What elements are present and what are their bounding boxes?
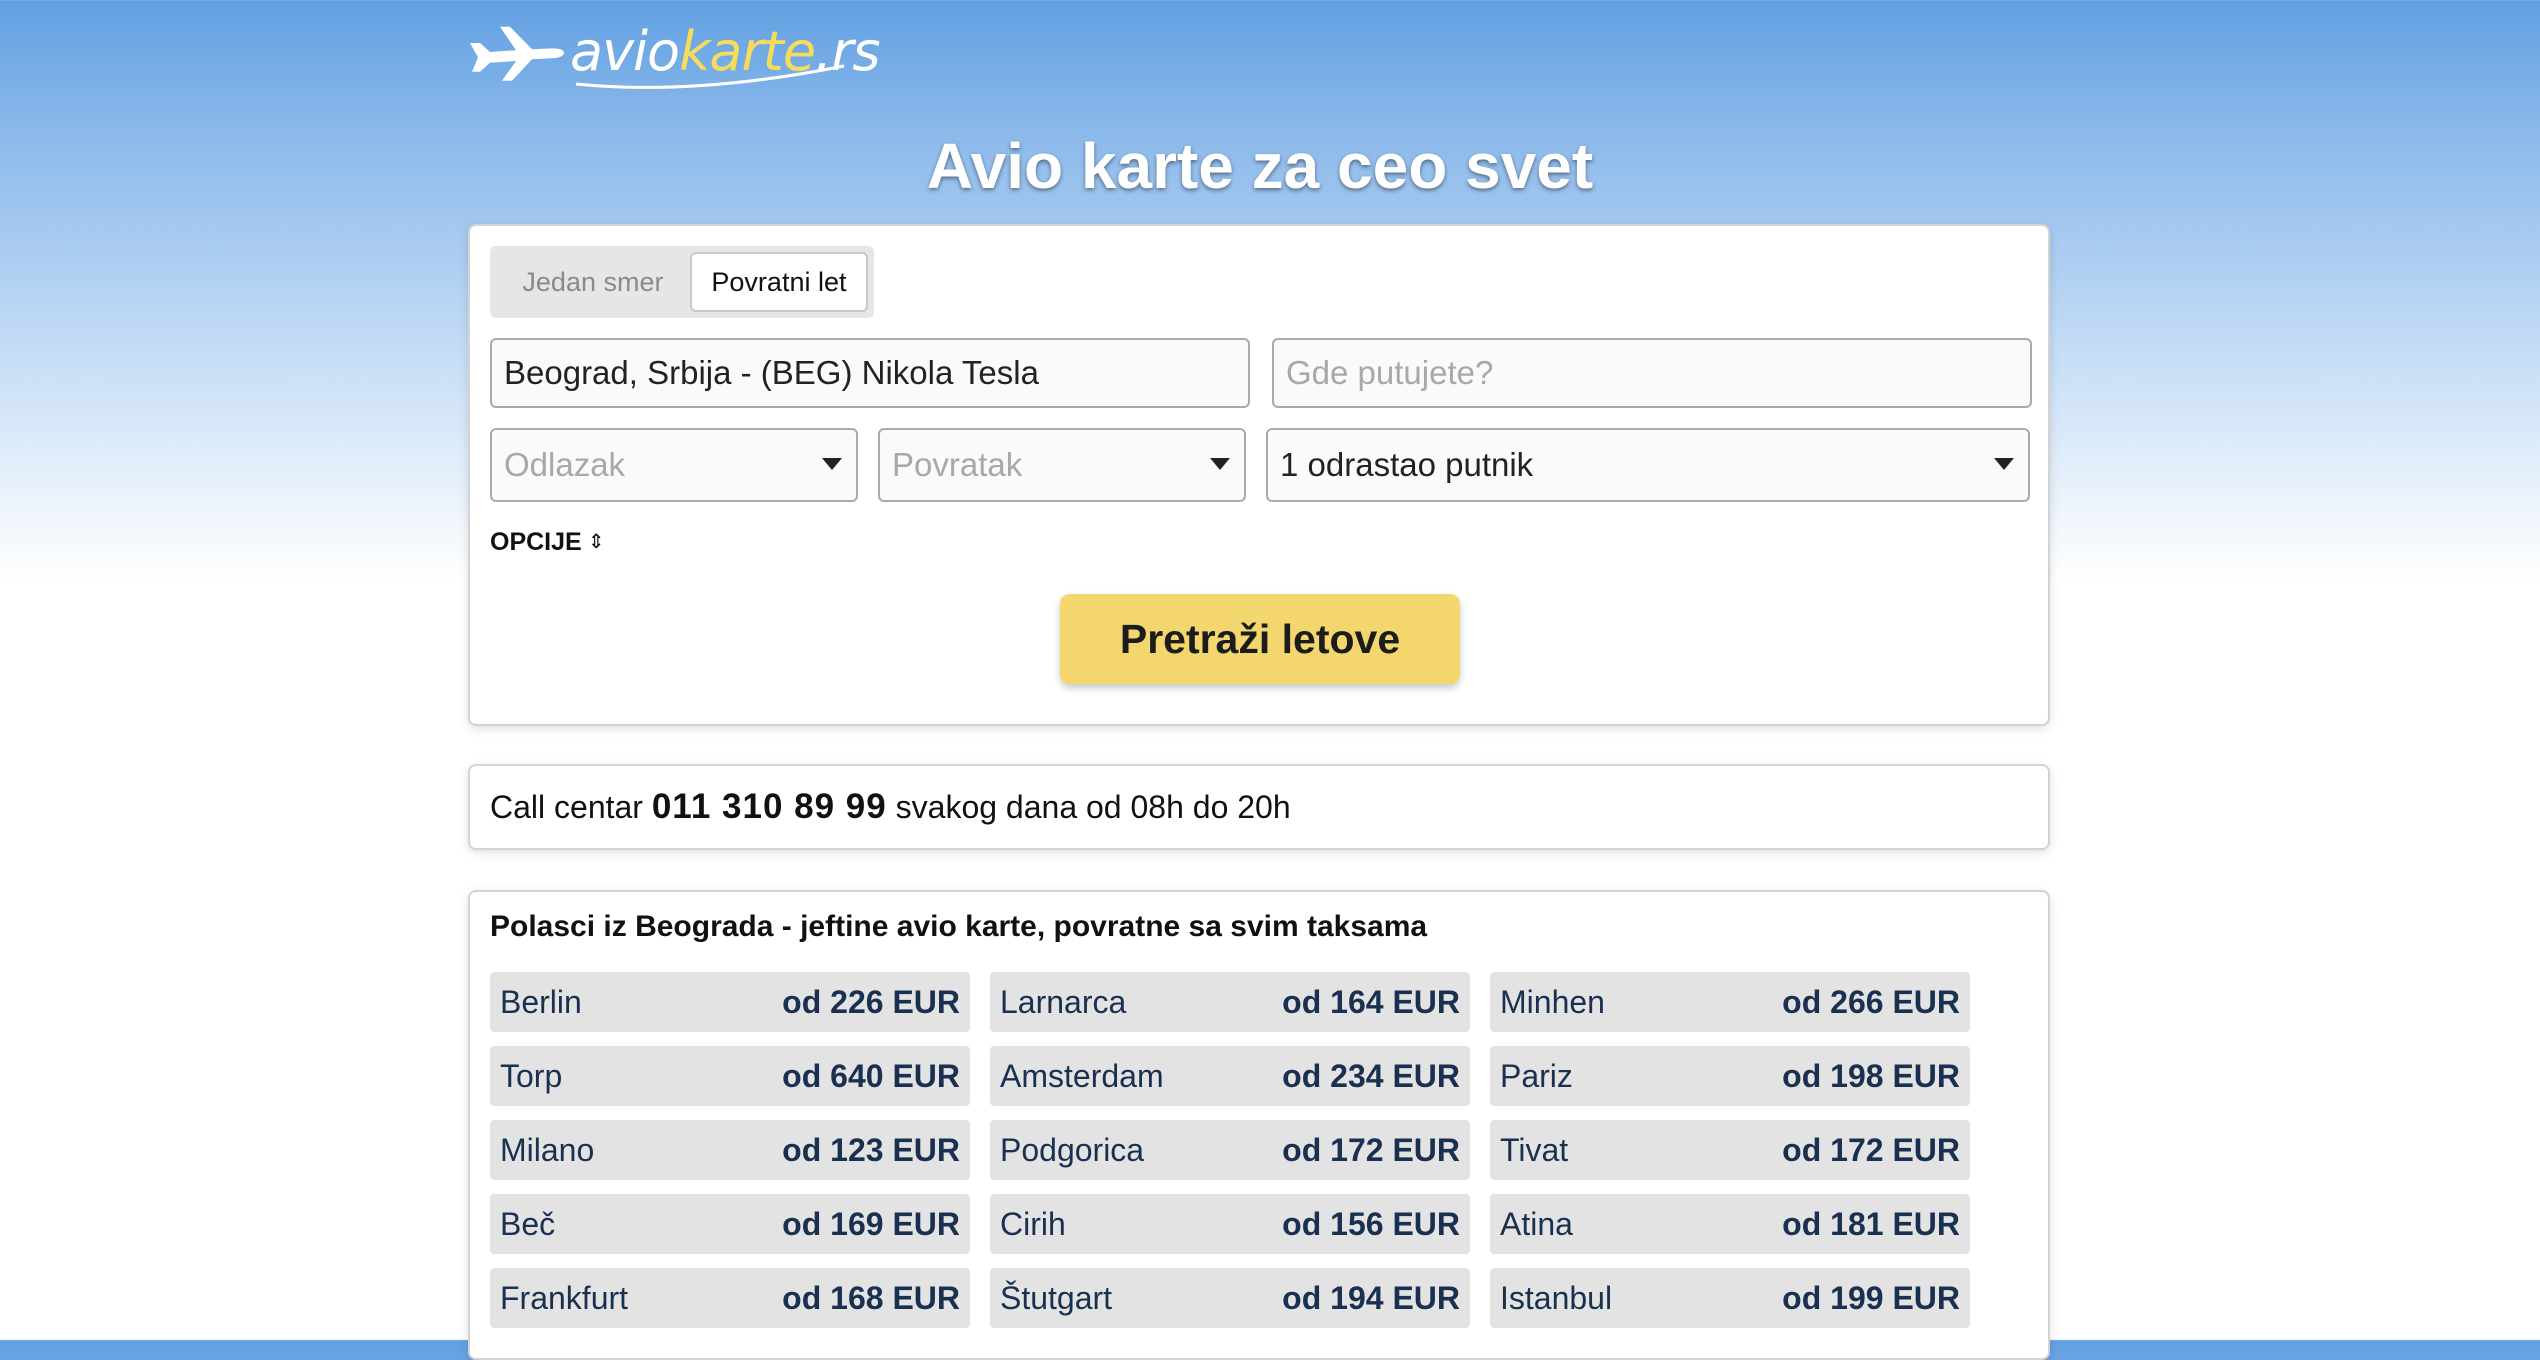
route-item[interactable]: Cirih od 156 EUR (990, 1194, 1470, 1254)
route-city: Minhen (1500, 983, 1605, 1020)
route-city: Beč (500, 1205, 556, 1242)
caret-down-icon (822, 458, 842, 470)
departure-date-select[interactable]: Odlazak (490, 428, 858, 502)
options-toggle[interactable]: OPCIJE ⇕ (490, 522, 604, 562)
route-price: od 199 EUR (1782, 1279, 1960, 1316)
passengers-value: 1 odrastao putnik (1280, 446, 1534, 483)
route-city: Tivat (1500, 1131, 1569, 1168)
route-price: od 640 EUR (782, 1057, 960, 1094)
route-price: od 168 EUR (782, 1279, 960, 1316)
route-city: Cirih (1000, 1205, 1066, 1242)
trip-type-round-trip[interactable]: Povratni let (689, 252, 868, 312)
call-center-phone[interactable]: 011 310 89 99 (652, 787, 887, 826)
caret-down-icon (1210, 458, 1230, 470)
call-center-banner: Call centar 011 310 89 99 svakog dana od… (468, 764, 2050, 850)
page-title: Avio karte za ceo svet (926, 130, 1594, 202)
route-item[interactable]: Istanbul od 199 EUR (1490, 1268, 1970, 1328)
route-city: Istanbul (1500, 1279, 1613, 1316)
route-item[interactable]: Beč od 169 EUR (490, 1194, 970, 1254)
route-item[interactable]: Amsterdam od 234 EUR (990, 1046, 1470, 1106)
trip-type-one-way[interactable]: Jedan smer (496, 252, 690, 312)
route-city: Atina (1500, 1205, 1573, 1242)
destination-field (1272, 338, 2032, 408)
route-price: od 169 EUR (782, 1205, 960, 1242)
call-center-text: Call centar 011 310 89 99 svakog dana od… (490, 766, 1291, 848)
route-price: od 194 EUR (1282, 1279, 1460, 1316)
flight-search-form: Jedan smer Povratni let Beograd, Srbija … (468, 224, 2050, 726)
route-city: Podgorica (1000, 1131, 1145, 1168)
route-price: od 226 EUR (782, 983, 960, 1020)
popular-routes: Polasci iz Beograda - jeftine avio karte… (468, 890, 2050, 1360)
route-price: od 266 EUR (1782, 983, 1960, 1020)
route-item[interactable]: Podgorica od 172 EUR (990, 1120, 1470, 1180)
passengers-select[interactable]: 1 odrastao putnik (1266, 428, 2030, 502)
route-city: Amsterdam (1000, 1057, 1164, 1094)
route-city: Pariz (1500, 1057, 1573, 1094)
route-price: od 181 EUR (1782, 1205, 1960, 1242)
route-price: od 234 EUR (1282, 1057, 1460, 1094)
origin-input[interactable]: Beograd, Srbija - (BEG) Nikola Tesla (490, 338, 1250, 408)
options-label: OPCIJE (490, 527, 582, 556)
logo-swoosh (575, 64, 845, 89)
trip-type-toggle: Jedan smer Povratni let (490, 246, 874, 318)
routes-title: Polasci iz Beograda - jeftine avio karte… (490, 910, 1428, 943)
route-city: Torp (500, 1057, 563, 1094)
departure-date-placeholder: Odlazak (504, 446, 626, 483)
airplane-icon (470, 26, 564, 81)
route-item[interactable]: Pariz od 198 EUR (1490, 1046, 1970, 1106)
route-item[interactable]: Berlin od 226 EUR (490, 972, 970, 1032)
chevron-updown-icon: ⇕ (587, 531, 605, 553)
return-date-placeholder: Povratak (892, 446, 1023, 483)
call-center-prefix: Call centar (490, 789, 643, 825)
route-city: Berlin (500, 983, 582, 1020)
route-city: Milano (500, 1131, 595, 1168)
route-item[interactable]: Tivat od 172 EUR (1490, 1120, 1970, 1180)
destination-input[interactable] (1286, 341, 2030, 405)
route-city: Frankfurt (500, 1279, 629, 1316)
route-price: od 172 EUR (1782, 1131, 1960, 1168)
route-price: od 156 EUR (1282, 1205, 1460, 1242)
route-price: od 123 EUR (782, 1131, 960, 1168)
search-flights-button[interactable]: Pretraži letove (1060, 594, 1460, 684)
route-city: Larnarca (1000, 983, 1127, 1020)
caret-down-icon (1994, 458, 2014, 470)
return-date-select[interactable]: Povratak (878, 428, 1246, 502)
route-item[interactable]: Atina od 181 EUR (1490, 1194, 1970, 1254)
route-item[interactable]: Minhen od 266 EUR (1490, 972, 1970, 1032)
call-center-hours: svakog dana od 08h do 20h (895, 789, 1291, 825)
route-price: od 164 EUR (1282, 983, 1460, 1020)
route-price: od 172 EUR (1282, 1131, 1460, 1168)
route-city: Štutgart (1000, 1279, 1113, 1316)
route-item[interactable]: Milano od 123 EUR (490, 1120, 970, 1180)
route-item[interactable]: Frankfurt od 168 EUR (490, 1268, 970, 1328)
route-price: od 198 EUR (1782, 1057, 1960, 1094)
route-item[interactable]: Štutgart od 194 EUR (990, 1268, 1470, 1328)
route-item[interactable]: Larnarca od 164 EUR (990, 972, 1470, 1032)
route-item[interactable]: Torp od 640 EUR (490, 1046, 970, 1106)
